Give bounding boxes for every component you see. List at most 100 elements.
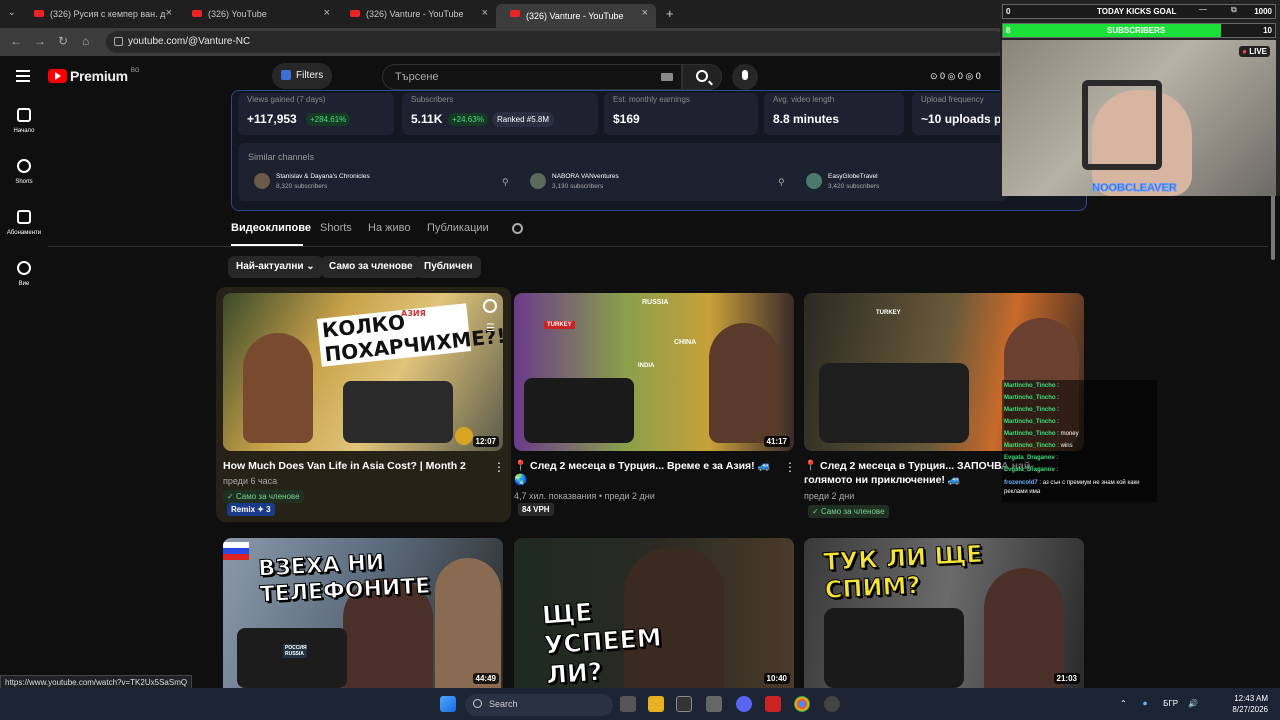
person-figure [435,558,501,688]
sidebar-item-label: Абонаменти [6,230,42,236]
person-figure [709,323,779,443]
more-options-icon[interactable]: ⋮ [784,460,796,474]
video-thumbnail[interactable]: ЩЕ УСПЕЕМ ЛИ? 10:40 [514,538,794,688]
sidebar-item-home[interactable]: Начало [0,108,48,134]
task-view-icon[interactable] [620,696,636,712]
app-icon[interactable] [676,696,692,712]
chat-message: Martincho_Tincho : [1004,395,1059,401]
shorts-icon [17,159,31,173]
sidebar: Начало Shorts Абонаменти Вие [0,96,48,676]
close-tab-icon[interactable]: × [166,7,172,19]
video-thumbnail[interactable]: ТУК ЛИ ЩЕ СПИМ? 21:03 [804,538,1084,688]
map-label: CHINA [674,339,697,346]
home-icon[interactable]: ⌂ [82,34,89,48]
sidebar-item-label: Вие [18,281,30,287]
channel-search-icon[interactable] [512,223,523,234]
app-icon[interactable] [765,696,781,712]
van-image [819,363,969,443]
browser-tab-active[interactable]: (326) Vanture - YouTube × [496,4,656,28]
video-duration: 12:07 [472,436,499,447]
tab-list-chevron-icon[interactable]: ⌄ [8,7,16,18]
sidebar-item-shorts[interactable]: Shorts [0,159,48,185]
tab-shorts[interactable]: Shorts [320,222,352,234]
close-tab-icon[interactable]: × [482,7,488,19]
speaker-icon[interactable]: 🔊 [1188,699,1198,708]
url-field[interactable]: youtube.com/@Vanture-NC [106,31,1006,53]
system-tray: ⌃ ⏺ БГР 🔊 [1120,699,1198,709]
country-code: BG [130,68,140,74]
taskbar-search[interactable]: Search [465,694,613,716]
app-icon[interactable] [706,696,722,712]
search-placeholder: Търсене [395,71,439,83]
chat-user: Martincho_Tincho [1004,383,1056,389]
taskbar-clock[interactable]: 12:43 AM 8/27/2026 [1226,693,1268,715]
map-label: TURKEY [544,321,575,329]
chip-public[interactable]: Публичен [416,256,481,278]
keyboard-icon[interactable] [661,73,673,81]
chip-latest[interactable]: Най-актуални ⌄ [228,256,323,278]
youtube-favicon-icon [510,10,520,17]
chevron-up-icon[interactable]: ⌃ [1120,699,1127,708]
file-explorer-icon[interactable] [648,696,664,712]
similar-channel-subs: 8,320 subscribers [276,183,328,190]
live-label: LIVE [1249,47,1267,56]
close-tab-icon[interactable]: × [324,7,330,19]
microphone-icon[interactable]: ⏺ [1143,699,1147,708]
search-button[interactable] [682,64,722,90]
badge-label: Само за членове [820,507,885,516]
stat-value: $169 [613,112,640,126]
chat-user: Martincho_Tincho [1004,443,1056,449]
live-badge: ● LIVE [1239,46,1270,57]
start-icon[interactable] [440,696,456,712]
browser-tab[interactable]: (326) YouTube × [178,4,338,24]
video-duration: 21:03 [1053,673,1080,684]
obs-icon[interactable] [824,696,840,712]
add-to-queue-icon[interactable]: ☰ [486,323,495,334]
stream-chat: Martincho_Tincho : Martincho_Tincho : Ma… [1002,380,1157,502]
chrome-icon[interactable] [794,696,810,712]
chat-message: Martincho_Tincho : wins [1004,443,1073,449]
watch-later-icon[interactable] [483,299,497,313]
video-title[interactable]: 📍 След 2 месеца в Турция... Време е за А… [514,459,776,487]
tab-posts[interactable]: Публикации [427,222,489,234]
filters-button[interactable]: Filters [272,63,332,89]
language-indicator[interactable]: БГР [1163,699,1178,708]
logo-text: Premium [70,68,128,84]
taskbar-search-label: Search [489,699,518,709]
chat-text: money [1060,431,1079,437]
video-thumbnail[interactable]: КОЛКО ПОХАРЧИХМЕ?! АЗИЯ ☰ 12:07 [223,293,503,451]
kicks-goal-bar: 0 TODAY KICKS GOAL — ⧉ 1000 [1002,4,1276,19]
add-person-icon[interactable]: ⚲ [778,177,785,188]
chip-members-only[interactable]: Само за членове [321,256,421,278]
voice-search-mic-icon[interactable] [732,64,758,90]
video-thumbnail[interactable]: РОССИЯ RUSSIA ВЗЕХА НИ ТЕЛЕФОНИТЕ 44:49 [223,538,503,688]
chip-label: Публичен [424,261,473,272]
new-tab-button[interactable]: + [666,6,674,21]
youtube-premium-logo[interactable]: Premium BG [48,68,139,84]
chat-message: Martincho_Tincho : [1004,407,1059,413]
video-thumbnail[interactable]: RUSSIA TURKEY CHINA INDIA 41:17 [514,293,794,451]
reload-icon[interactable]: ↻ [58,34,68,48]
back-icon[interactable]: ← [10,34,22,48]
site-info-icon[interactable] [114,37,123,46]
add-person-icon[interactable]: ⚲ [502,177,509,188]
browser-tab[interactable]: (326) Русия с кемпер ван. д × [20,4,180,24]
remix-badge[interactable]: Remix ✦ 3 [227,503,275,516]
tab-videos[interactable]: Видеоклипове [231,222,311,234]
border-sign: РОССИЯ RUSSIA [283,644,307,658]
chat-message: Evgata_Draganov : [1004,455,1059,461]
browser-tab[interactable]: (326) Vanture - YouTube × [336,4,496,24]
stat-label: Upload frequency [921,95,984,104]
forward-icon[interactable]: → [34,34,46,48]
menu-icon[interactable] [16,70,30,82]
sidebar-item-subscriptions[interactable]: Абонаменти [0,210,48,236]
russia-flag-icon [223,542,249,560]
sidebar-item-you[interactable]: Вие [0,261,48,287]
close-tab-icon[interactable]: × [642,7,648,19]
live-dot-icon: ● [1242,47,1247,56]
tab-live[interactable]: На живо [368,222,410,234]
video-title[interactable]: How Much Does Van Life in Asia Cost? | M… [223,459,485,473]
more-options-icon[interactable]: ⋮ [493,460,505,474]
search-input[interactable]: Търсене [382,64,682,90]
discord-icon[interactable] [736,696,752,712]
